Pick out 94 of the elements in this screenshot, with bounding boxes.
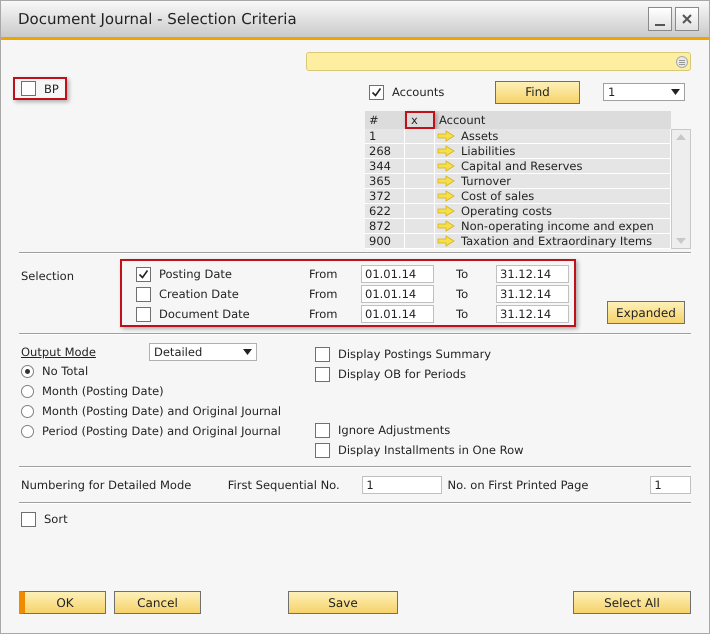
window-title: Document Journal - Selection Criteria <box>18 10 298 28</box>
section-label: Output Mode <box>20 345 97 359</box>
radio-label: Month (Posting Date) <box>42 384 164 398</box>
scroll-down-icon <box>676 238 686 244</box>
number-field[interactable]: 1 <box>362 476 442 494</box>
table-cell[interactable]: Non-operating income and expen <box>461 219 654 233</box>
save-button[interactable]: Save <box>288 591 398 614</box>
field-label: To <box>455 287 470 301</box>
close-icon <box>681 13 693 25</box>
date-field[interactable]: 01.01.14 <box>361 265 434 283</box>
checkbox-label: Document Date <box>159 307 251 321</box>
checkbox-label: Sort <box>44 512 68 526</box>
table-cell: 344 <box>365 159 405 173</box>
minimize-button[interactable] <box>648 7 672 31</box>
radio-button[interactable] <box>21 384 34 398</box>
date-field[interactable]: 31.12.14 <box>496 265 569 283</box>
field-label: Numbering for Detailed Mode <box>20 478 192 492</box>
checkbox-label: BP <box>44 82 59 96</box>
expanded-button[interactable]: Expanded <box>607 301 685 324</box>
table-cell[interactable]: Cost of sales <box>461 189 534 203</box>
table-cell: 268 <box>365 144 405 158</box>
arrow-icon <box>437 205 455 217</box>
date-field[interactable]: 01.01.14 <box>361 305 434 323</box>
dropdown-arrow-icon <box>243 349 252 355</box>
dropdown-arrow-icon <box>671 89 680 95</box>
arrow-icon <box>437 175 455 187</box>
column-header: Account <box>438 112 486 129</box>
checkbox-label: Posting Date <box>159 267 233 281</box>
arrow-icon <box>437 190 455 202</box>
table-cell: 872 <box>365 219 405 233</box>
checkbox[interactable] <box>136 286 151 302</box>
arrow-icon <box>437 145 455 157</box>
field-label: First Sequential No. <box>228 478 341 492</box>
radio-button[interactable] <box>21 424 34 438</box>
checkbox[interactable] <box>315 442 330 458</box>
checkbox[interactable] <box>315 366 330 382</box>
table-cell[interactable]: Capital and Reserves <box>461 159 582 173</box>
section-label: Selection <box>20 268 75 283</box>
date-field[interactable]: 31.12.14 <box>496 285 569 303</box>
checkbox-label: Display Postings Summary <box>338 347 492 361</box>
arrow-icon <box>437 220 455 232</box>
column-header: x <box>405 111 435 129</box>
table-cell: 1 <box>365 129 405 143</box>
scrollbar[interactable] <box>671 129 691 249</box>
table-cell: 372 <box>365 189 405 203</box>
level-dropdown[interactable]: 1 <box>603 83 685 101</box>
radio-label: Month (Posting Date) and Original Journal <box>42 404 282 418</box>
column-header: # <box>368 112 380 129</box>
field-label: From <box>309 267 338 281</box>
field-label: No. on First Printed Page <box>446 478 590 492</box>
select-all-button[interactable]: Select All <box>573 591 691 614</box>
checkbox[interactable] <box>136 266 151 282</box>
number-field[interactable]: 1 <box>650 476 691 494</box>
date-field[interactable]: 01.01.14 <box>361 285 434 303</box>
radio-button[interactable] <box>21 364 34 378</box>
checkbox[interactable] <box>21 512 36 526</box>
table-cell: 900 <box>365 234 405 248</box>
checkbox-label: Display Installments in One Row <box>338 443 524 457</box>
scroll-up-icon <box>676 134 686 140</box>
checkbox-label: Creation Date <box>159 287 240 301</box>
checkbox-label: Accounts <box>392 85 444 99</box>
table-cell[interactable]: Liabilities <box>461 144 516 158</box>
radio-label: No Total <box>42 364 88 378</box>
field-label: To <box>455 307 470 321</box>
radio-label: Period (Posting Date) and Original Journal <box>42 424 281 438</box>
checkbox-label: Display OB for Periods <box>338 367 466 381</box>
search-field[interactable] <box>306 52 691 71</box>
table-cell[interactable]: Turnover <box>461 174 512 188</box>
table-cell[interactable]: Operating costs <box>461 204 552 218</box>
table-cell[interactable]: Assets <box>461 129 498 143</box>
checkbox[interactable] <box>136 306 151 322</box>
field-label: From <box>309 307 338 321</box>
checkbox[interactable] <box>315 422 330 438</box>
list-icon <box>676 56 688 68</box>
checkbox[interactable] <box>315 346 330 362</box>
table-cell: 622 <box>365 204 405 218</box>
ok-button[interactable]: OK <box>19 591 106 614</box>
arrow-icon <box>437 235 455 247</box>
cancel-button[interactable]: Cancel <box>114 591 201 614</box>
table-cell[interactable]: Taxation and Extraordinary Items <box>461 234 652 248</box>
close-button[interactable] <box>675 7 699 31</box>
checkbox[interactable] <box>21 81 36 96</box>
table-cell: 365 <box>365 174 405 188</box>
mode-dropdown[interactable]: Detailed <box>149 343 257 361</box>
arrow-icon <box>437 160 455 172</box>
minimize-icon <box>655 24 665 26</box>
find-button[interactable]: Find <box>495 80 580 104</box>
field-label: From <box>309 287 338 301</box>
arrow-icon <box>437 130 455 142</box>
field-label: To <box>455 267 470 281</box>
date-field[interactable]: 31.12.14 <box>496 305 569 323</box>
checkbox[interactable] <box>369 84 384 100</box>
checkbox-label: Ignore Adjustments <box>338 423 450 437</box>
radio-button[interactable] <box>21 404 34 418</box>
